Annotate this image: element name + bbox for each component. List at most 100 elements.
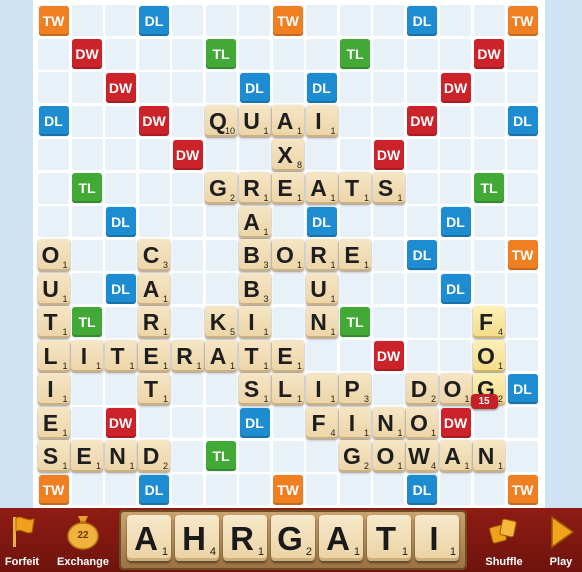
board-square[interactable] [507,407,538,438]
board-square[interactable] [507,440,538,472]
board-square[interactable] [373,105,404,137]
premium-square-dl[interactable]: DL [507,106,538,136]
board-square[interactable] [473,139,505,170]
premium-square-dl[interactable]: DL [38,106,69,136]
board-square[interactable] [507,306,538,338]
board-square[interactable] [406,340,438,371]
board-square[interactable] [205,273,237,304]
board-square[interactable] [172,474,203,505]
premium-square-tw[interactable]: TW [507,240,538,270]
board-square[interactable] [105,139,136,170]
board-square[interactable] [205,5,237,36]
board-square[interactable] [373,474,404,505]
board-square[interactable] [440,340,471,371]
premium-square-dl[interactable]: DL [239,407,270,438]
rack-tile[interactable]: A1 [127,515,171,561]
premium-square-dl[interactable]: DL [407,474,437,505]
premium-square-dw[interactable]: DW [407,106,437,136]
premium-square-dl[interactable]: DL [306,206,337,237]
premium-square-dl[interactable]: DL [306,72,337,103]
board-square[interactable] [71,139,103,170]
premium-square-dl[interactable]: DL [440,273,471,304]
board-square[interactable] [373,239,404,271]
board-square[interactable] [105,172,136,204]
board-square[interactable] [172,440,203,472]
board-square[interactable] [339,474,371,505]
premium-square-tl[interactable]: TL [206,39,236,69]
premium-square-tw[interactable]: TW [38,474,69,505]
board-square[interactable] [272,38,304,70]
board-square[interactable] [373,206,404,237]
premium-square-tw[interactable]: TW [273,5,303,36]
rack-tile[interactable]: G2 [271,515,315,561]
board-square[interactable] [339,340,371,371]
board-square[interactable] [105,38,136,70]
premium-square-tl[interactable]: TL [206,441,236,471]
premium-square-dw[interactable]: DW [474,39,504,69]
board-square[interactable] [339,273,371,304]
board-square[interactable] [105,306,136,338]
board-square[interactable] [105,5,136,36]
board-square[interactable] [339,72,371,103]
board-square[interactable] [205,373,237,405]
board-square[interactable] [172,38,203,70]
board-square[interactable] [306,38,337,70]
board-square[interactable] [272,72,304,103]
premium-square-dw[interactable]: DW [139,106,169,136]
board-square[interactable] [205,239,237,271]
premium-square-dw[interactable]: DW [373,139,404,170]
premium-square-tl[interactable]: TL [72,173,102,203]
board-square[interactable] [373,5,404,36]
rack-tile[interactable]: R1 [223,515,267,561]
board-square[interactable] [105,373,136,405]
board-square[interactable] [373,72,404,103]
board-square[interactable] [373,38,404,70]
board-square[interactable] [239,5,270,36]
board-square[interactable] [71,373,103,405]
board-square[interactable] [71,206,103,237]
board-square[interactable] [172,105,203,137]
premium-square-tw[interactable]: TW [507,474,538,505]
board-square[interactable] [507,172,538,204]
board-square[interactable] [105,105,136,137]
premium-square-dw[interactable]: DW [440,72,471,103]
board-square[interactable] [507,72,538,103]
board-square[interactable] [406,38,438,70]
board-square[interactable] [440,5,471,36]
premium-square-tl[interactable]: TL [474,173,504,203]
board-square[interactable] [440,239,471,271]
board-square[interactable] [71,273,103,304]
board-square[interactable] [507,206,538,237]
board-square[interactable] [205,474,237,505]
forfeit-button[interactable]: Forfeit [0,508,44,572]
premium-square-dl[interactable]: DL [139,5,169,36]
board-square[interactable] [172,407,203,438]
board-square[interactable] [138,139,170,170]
board-square[interactable] [473,407,505,438]
board-square[interactable] [440,474,471,505]
premium-square-dw[interactable]: DW [105,72,136,103]
board-square[interactable] [172,5,203,36]
exchange-button[interactable]: 22 Exchange [54,508,112,572]
premium-square-tw[interactable]: TW [38,5,69,36]
board-square[interactable] [406,206,438,237]
board-square[interactable] [172,306,203,338]
placed-tile[interactable]: O1 [473,339,505,372]
play-button[interactable]: Play [540,508,582,572]
board-square[interactable] [406,273,438,304]
board-square[interactable] [239,474,270,505]
board-square[interactable] [172,172,203,204]
premium-square-dw[interactable]: DW [373,340,404,371]
premium-square-dw[interactable]: DW [105,407,136,438]
board-square[interactable] [172,273,203,304]
board-square[interactable] [373,306,404,338]
board-square[interactable] [138,72,170,103]
board-square[interactable] [507,273,538,304]
rack-tile[interactable]: H4 [175,515,219,561]
board-square[interactable] [440,306,471,338]
premium-square-tw[interactable]: TW [273,474,303,505]
board-square[interactable] [38,72,69,103]
board-square[interactable] [339,105,371,137]
rack-tile[interactable]: A1 [319,515,363,561]
board-square[interactable] [105,239,136,271]
